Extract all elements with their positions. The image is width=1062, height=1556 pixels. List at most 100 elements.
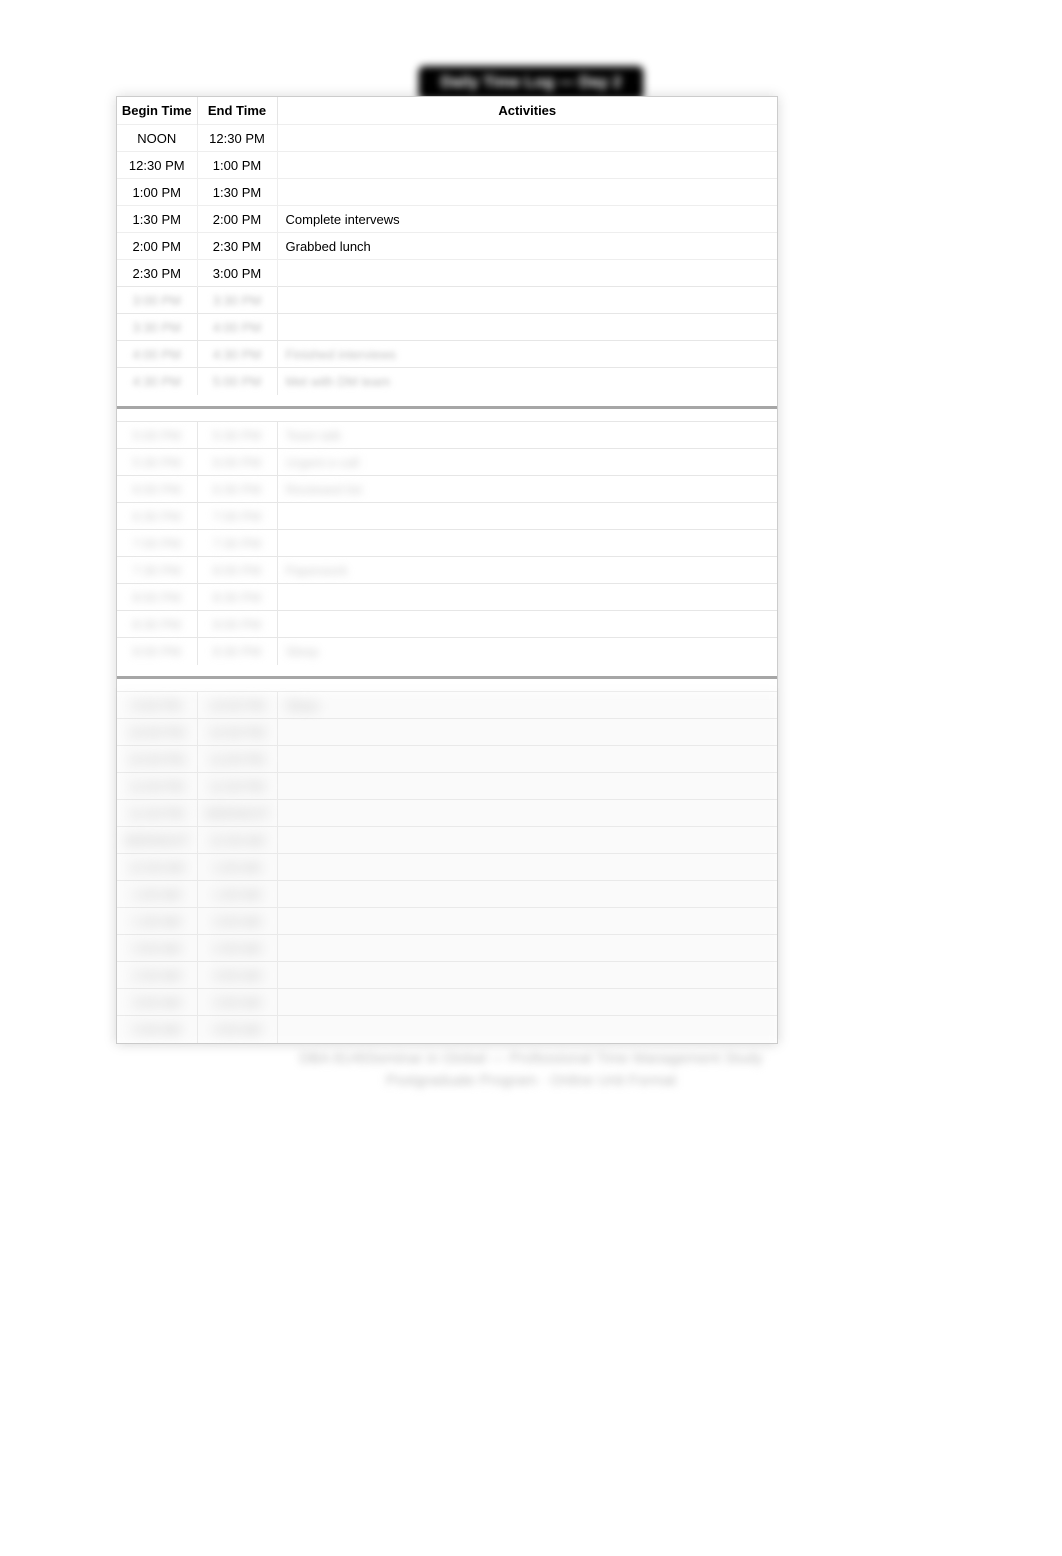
cell-end: 9:30 PM: [197, 638, 277, 665]
rows-tier-heavy: 9:30 PM10:00 PMSleep 10:00 PM10:30 PM 10…: [117, 692, 777, 1043]
table-row: MIDNIGHT12:30 AM: [117, 827, 777, 854]
cell-begin: 4:00 PM: [117, 341, 197, 368]
cell-activity: [277, 503, 777, 530]
cell-activity: Finished interviews: [277, 341, 777, 368]
cell-activity: Sleep: [277, 692, 777, 719]
table-row: 8:00 PM8:30 PM: [117, 584, 777, 611]
cell-begin: 3:00 PM: [117, 287, 197, 314]
cell-end: MIDNIGHT: [197, 800, 277, 827]
table-row: NOON12:30 PM: [117, 125, 777, 152]
cell-activity: [277, 584, 777, 611]
table-row: 2:30 AM3:00 AM: [117, 962, 777, 989]
cell-end: 3:00 AM: [197, 962, 277, 989]
cell-activity: Paperwork: [277, 557, 777, 584]
rows-tier-clear: NOON12:30 PM 12:30 PM1:00 PM 1:00 PM1:30…: [117, 125, 777, 287]
cell-end: 11:00 PM: [197, 746, 277, 773]
table-row: 8:30 PM9:00 PM: [117, 611, 777, 638]
table-row: 11:30 PMMIDNIGHT: [117, 800, 777, 827]
table-row: 5:00 PM5:30 PMTeam talk: [117, 422, 777, 449]
table-row: 12:30 PM1:00 PM: [117, 152, 777, 179]
cell-begin: 1:30 PM: [117, 206, 197, 233]
table-row: 10:30 PM11:00 PM: [117, 746, 777, 773]
cell-activity: Complete intervews: [277, 206, 777, 233]
cell-end: 8:30 PM: [197, 584, 277, 611]
table-row: 5:30 PM6:00 PMUrgent e-call: [117, 449, 777, 476]
cell-activity: [277, 746, 777, 773]
table-row: 6:00 PM6:30 PMReviewed list: [117, 476, 777, 503]
cell-end: 8:00 PM: [197, 557, 277, 584]
table-row: 6:30 PM7:00 PM: [117, 503, 777, 530]
cell-begin: 1:30 AM: [117, 908, 197, 935]
cell-begin: 3:00 AM: [117, 989, 197, 1016]
cell-begin: 12:30 AM: [117, 854, 197, 881]
cell-end: 6:30 PM: [197, 476, 277, 503]
cell-end: 12:30 PM: [197, 125, 277, 152]
table-row: 2:00 AM2:30 AM: [117, 935, 777, 962]
cell-end: 1:00 PM: [197, 152, 277, 179]
cell-end: 10:30 PM: [197, 719, 277, 746]
cell-end: 6:00 PM: [197, 449, 277, 476]
cell-end: 7:00 PM: [197, 503, 277, 530]
table-row: 3:00 PM3:30 PM: [117, 287, 777, 314]
cell-begin: 5:30 PM: [117, 449, 197, 476]
cell-begin: 8:30 PM: [117, 611, 197, 638]
cell-begin: 10:00 PM: [117, 719, 197, 746]
cell-end: 3:30 AM: [197, 989, 277, 1016]
cell-activity: [277, 1016, 777, 1043]
cell-activity: [277, 260, 777, 287]
cell-activity: Reviewed list: [277, 476, 777, 503]
header-row: Begin Time End Time Activities: [117, 97, 777, 125]
footer-line-1: DBA 8149Seminar in Global — Professional…: [251, 1048, 811, 1070]
schedule-table-head: Begin Time End Time Activities: [117, 97, 777, 125]
table-row: 12:30 AM1:00 AM: [117, 854, 777, 881]
header-activities: Activities: [277, 97, 777, 125]
table-row: 2:00 PM2:30 PMGrabbed lunch: [117, 233, 777, 260]
cell-begin: 6:00 PM: [117, 476, 197, 503]
cell-activity: [277, 314, 777, 341]
table-row: 7:30 PM8:00 PMPaperwork: [117, 557, 777, 584]
cell-begin: 9:30 PM: [117, 692, 197, 719]
table-row: 4:30 PM5:00 PMMet with DM team: [117, 368, 777, 395]
cell-end: 1:00 AM: [197, 854, 277, 881]
cell-activity: Urgent e-call: [277, 449, 777, 476]
cell-activity: Team talk: [277, 422, 777, 449]
section-divider: [117, 395, 777, 422]
cell-begin: MIDNIGHT: [117, 827, 197, 854]
cell-end: 1:30 AM: [197, 881, 277, 908]
table-row: 9:30 PM10:00 PMSleep: [117, 692, 777, 719]
cell-begin: 2:00 PM: [117, 233, 197, 260]
table-row: 4:00 PM4:30 PMFinished interviews: [117, 341, 777, 368]
table-row: 10:00 PM10:30 PM: [117, 719, 777, 746]
cell-activity: [277, 881, 777, 908]
cell-activity: [277, 179, 777, 206]
cell-end: 1:30 PM: [197, 179, 277, 206]
schedule-table: Begin Time End Time Activities NOON12:30…: [117, 97, 777, 1043]
section-divider: [117, 665, 777, 692]
cell-activity: [277, 854, 777, 881]
table-row: 1:30 PM2:00 PMComplete intervews: [117, 206, 777, 233]
cell-end: 7:30 PM: [197, 530, 277, 557]
cell-end: 4:00 AM: [197, 1016, 277, 1043]
cell-begin: 8:00 PM: [117, 584, 197, 611]
cell-begin: 11:00 PM: [117, 773, 197, 800]
page-title-pill: Daily Time Log — Day 2: [418, 66, 643, 100]
cell-activity: [277, 611, 777, 638]
cell-begin: NOON: [117, 125, 197, 152]
cell-activity: Grabbed lunch: [277, 233, 777, 260]
table-row: 1:00 AM1:30 AM: [117, 881, 777, 908]
cell-begin: 7:30 PM: [117, 557, 197, 584]
table-row: 7:00 PM7:30 PM: [117, 530, 777, 557]
cell-activity: [277, 962, 777, 989]
cell-begin: 2:00 AM: [117, 935, 197, 962]
cell-activity: [277, 773, 777, 800]
table-row: 3:00 AM3:30 AM: [117, 989, 777, 1016]
table-row: 11:00 PM11:30 PM: [117, 773, 777, 800]
cell-end: 9:00 PM: [197, 611, 277, 638]
cell-begin: 2:30 PM: [117, 260, 197, 287]
cell-begin: 12:30 PM: [117, 152, 197, 179]
cell-end: 2:00 AM: [197, 908, 277, 935]
cell-begin: 3:30 PM: [117, 314, 197, 341]
cell-begin: 9:00 PM: [117, 638, 197, 665]
cell-activity: Met with DM team: [277, 368, 777, 395]
cell-activity: [277, 719, 777, 746]
